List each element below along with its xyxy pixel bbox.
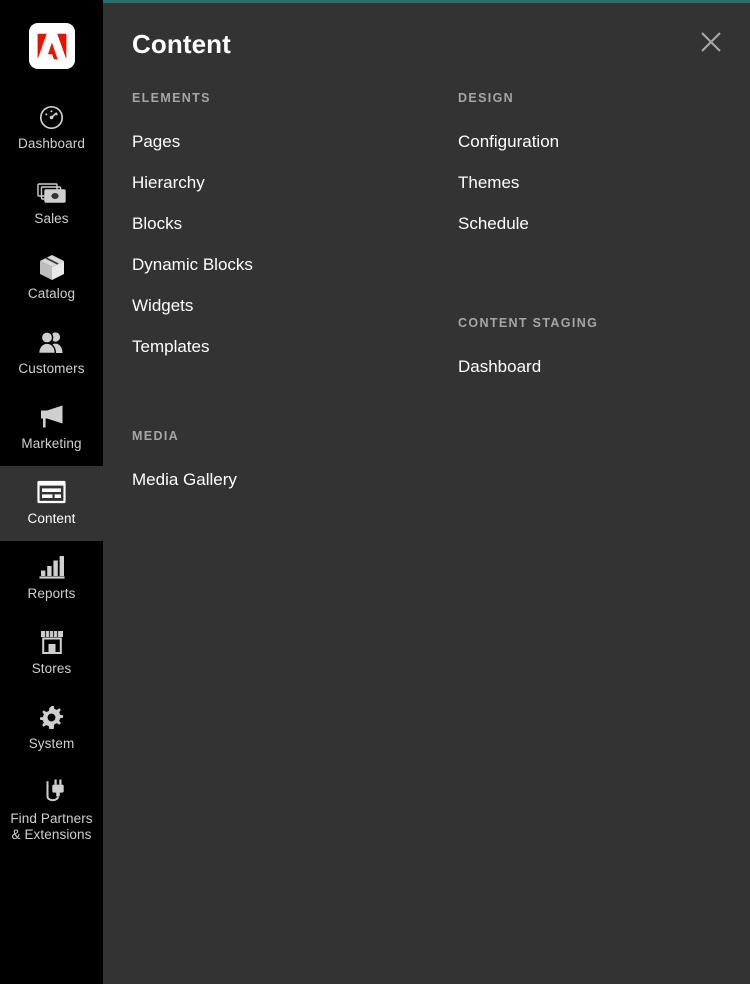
group-links-content-staging: Dashboard xyxy=(458,346,750,387)
content-menu-panel: Content ELEMENTS Pages Hierarchy Blocks … xyxy=(103,0,750,984)
sidebar-nav-list: Dashboard Sales Catalog Customers Market… xyxy=(0,91,103,852)
menu-group-content-staging: CONTENT STAGING Dashboard xyxy=(458,316,750,387)
menu-link-schedule[interactable]: Schedule xyxy=(458,203,750,244)
sidebar-item-catalog[interactable]: Catalog xyxy=(0,241,103,316)
sidebar-item-label: Customers xyxy=(18,361,85,376)
content-layout-icon xyxy=(37,477,66,507)
sidebar-item-label: Stores xyxy=(31,661,72,676)
panel-body: ELEMENTS Pages Hierarchy Blocks Dynamic … xyxy=(103,91,750,500)
menu-link-dynamic-blocks[interactable]: Dynamic Blocks xyxy=(132,244,429,285)
group-title-media: MEDIA xyxy=(132,429,180,443)
sidebar-item-reports[interactable]: Reports xyxy=(0,541,103,616)
sidebar-item-label: Sales xyxy=(34,211,69,226)
page-title: Content xyxy=(132,29,231,59)
customers-people-icon xyxy=(37,327,66,357)
group-title-content-staging: CONTENT STAGING xyxy=(458,316,599,330)
sidebar-item-content[interactable]: Content xyxy=(0,466,103,541)
menu-link-media-gallery[interactable]: Media Gallery xyxy=(132,459,429,500)
panel-header: Content xyxy=(103,3,750,91)
menu-link-pages[interactable]: Pages xyxy=(132,121,429,162)
menu-link-themes[interactable]: Themes xyxy=(458,162,750,203)
sidebar-item-label: Find Partners & Extensions xyxy=(10,811,93,842)
sidebar-item-label: System xyxy=(28,736,75,751)
close-icon xyxy=(698,29,724,55)
stores-storefront-icon xyxy=(39,627,65,657)
menu-group-elements: ELEMENTS Pages Hierarchy Blocks Dynamic … xyxy=(132,91,429,367)
group-title-design: DESIGN xyxy=(458,91,515,105)
admin-menu-overlay: Dashboard Sales Catalog Customers Market… xyxy=(0,0,750,984)
group-title-elements: ELEMENTS xyxy=(132,91,211,105)
menu-column-right: DESIGN Configuration Themes Schedule CON… xyxy=(429,91,750,387)
menu-column-left: ELEMENTS Pages Hierarchy Blocks Dynamic … xyxy=(103,91,429,500)
menu-columns: ELEMENTS Pages Hierarchy Blocks Dynamic … xyxy=(103,91,750,500)
spacer-media xyxy=(132,367,429,429)
sidebar-item-label: Dashboard xyxy=(18,136,85,151)
system-gear-icon xyxy=(38,702,65,732)
adobe-logo-button[interactable] xyxy=(28,23,75,69)
sidebar-item-system[interactable]: System xyxy=(0,691,103,766)
sales-money-icon xyxy=(36,177,67,207)
spacer-content-staging xyxy=(458,244,750,316)
menu-link-templates[interactable]: Templates xyxy=(132,326,429,367)
menu-group-media: MEDIA Media Gallery xyxy=(132,429,429,500)
menu-link-hierarchy[interactable]: Hierarchy xyxy=(132,162,429,203)
sidebar-item-label: Content xyxy=(27,511,76,526)
marketing-megaphone-icon xyxy=(37,402,66,432)
menu-group-design: DESIGN Configuration Themes Schedule xyxy=(458,91,750,244)
sidebar-item-label: Marketing xyxy=(21,436,82,451)
reports-barchart-icon xyxy=(38,552,66,582)
sidebar-item-marketing[interactable]: Marketing xyxy=(0,391,103,466)
sidebar-item-customers[interactable]: Customers xyxy=(0,316,103,391)
menu-link-blocks[interactable]: Blocks xyxy=(132,203,429,244)
menu-link-staging-dashboard[interactable]: Dashboard xyxy=(458,346,750,387)
partners-plug-icon xyxy=(38,777,66,807)
sidebar-item-dashboard[interactable]: Dashboard xyxy=(0,91,103,166)
sidebar-item-stores[interactable]: Stores xyxy=(0,616,103,691)
group-links-design: Configuration Themes Schedule xyxy=(458,121,750,244)
primary-sidebar: Dashboard Sales Catalog Customers Market… xyxy=(0,0,103,984)
menu-link-widgets[interactable]: Widgets xyxy=(132,285,429,326)
group-links-media: Media Gallery xyxy=(132,459,429,500)
close-button[interactable] xyxy=(696,27,726,57)
group-links-elements: Pages Hierarchy Blocks Dynamic Blocks Wi… xyxy=(132,121,429,367)
sidebar-item-find-partners-extensions[interactable]: Find Partners & Extensions xyxy=(0,766,103,852)
catalog-box-icon xyxy=(38,252,66,282)
sidebar-item-label: Catalog xyxy=(27,286,76,301)
sidebar-item-label: Reports xyxy=(27,586,76,601)
adobe-logo-icon xyxy=(37,33,67,60)
menu-link-configuration[interactable]: Configuration xyxy=(458,121,750,162)
sidebar-item-sales[interactable]: Sales xyxy=(0,166,103,241)
dashboard-gauge-icon xyxy=(38,102,65,132)
